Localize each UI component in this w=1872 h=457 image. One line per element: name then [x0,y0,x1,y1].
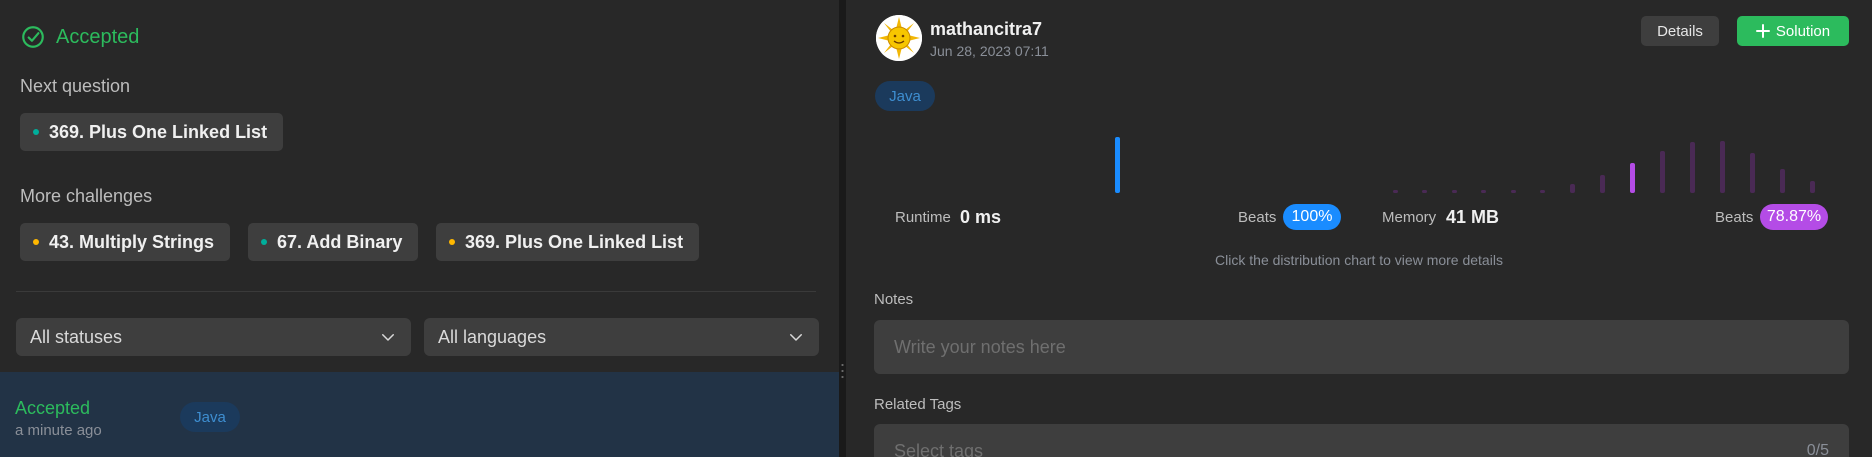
result-status-text: Accepted [56,25,140,48]
memory-distribution-bar [1481,190,1486,193]
memory-distribution-bar [1540,190,1545,193]
next-question-title: 369. Plus One Linked List [49,121,268,142]
chart-hint-text: Click the distribution chart to view mor… [1215,252,1503,268]
memory-distribution-bar [1660,151,1665,193]
memory-beats-label: Beats [1715,209,1754,226]
memory-distribution-bar [1750,153,1755,193]
submission-time: a minute ago [15,422,102,439]
tags-placeholder: Select tags [894,440,984,457]
runtime-label: Runtime [895,209,951,226]
difficulty-dot [33,239,39,245]
memory-distribution-bar [1600,175,1605,193]
section-divider [16,291,816,292]
status-filter-value: All statuses [30,326,123,347]
language-filter-select[interactable]: All languages [424,318,819,356]
notes-input[interactable]: Write your notes here [874,320,1849,374]
tags-count: 0/5 [1806,442,1829,457]
solution-button-label: Solution [1775,22,1831,40]
submission-status: Accepted [15,398,91,418]
more-challenges-label: More challenges [20,186,153,206]
challenge-title: 67. Add Binary [277,231,403,252]
language-badge: Java [875,81,935,111]
submission-date: Jun 28, 2023 07:11 [930,43,1049,59]
memory-distribution-bar [1452,190,1457,193]
difficulty-dot [33,129,39,135]
memory-distribution-bar [1690,142,1695,193]
challenge-title: 369. Plus One Linked List [465,231,684,252]
submission-language-badge: Java [180,402,240,432]
memory-value: 41 MB [1446,207,1500,227]
challenge-chip[interactable]: 43. Multiply Strings [20,223,231,261]
panel-resize-handle[interactable] [839,0,846,457]
challenge-chip[interactable]: 67. Add Binary [248,223,419,261]
submission-row[interactable]: Accepted a minute ago Java [0,372,839,457]
runtime-beats-label: Beats [1238,209,1277,226]
runtime-value: 0 ms [960,207,1002,227]
plus-icon [1755,24,1770,38]
memory-distribution-bar-highlight [1630,163,1635,193]
result-status-row: Accepted [20,24,139,50]
sun-avatar-icon [876,15,922,61]
runtime-distribution-bar[interactable] [1115,137,1120,193]
memory-distribution-bar [1780,169,1785,193]
notes-placeholder: Write your notes here [894,336,1066,357]
submission-detail-panel: mathancitra7 Jun 28, 2023 07:11 Details … [846,0,1872,457]
solution-button[interactable]: Solution [1737,16,1849,46]
notes-label: Notes [874,291,914,308]
avatar[interactable] [876,15,922,61]
next-question-chip[interactable]: 369. Plus One Linked List [20,113,284,151]
memory-distribution-bar [1422,190,1427,193]
challenge-chip[interactable]: 369. Plus One Linked List [436,223,700,261]
runtime-beats-badge: 100% [1283,204,1341,230]
memory-distribution-bar [1511,190,1516,193]
username[interactable]: mathancitra7 [930,19,1042,40]
memory-distribution-bar [1393,190,1398,193]
language-filter-value: All languages [438,326,547,347]
memory-beats-badge: 78.87% [1760,204,1828,230]
difficulty-dot [449,239,455,245]
next-question-label: Next question [20,76,131,96]
difficulty-dot [261,239,267,245]
challenge-title: 43. Multiply Strings [49,231,215,252]
related-tags-label: Related Tags [874,396,962,413]
check-circle-icon [22,26,44,48]
tags-select[interactable]: Select tags 0/5 [874,424,1849,457]
status-filter-select[interactable]: All statuses [16,318,411,356]
submission-result-panel: Accepted Next question 369. Plus One Lin… [0,0,839,457]
details-button[interactable]: Details [1641,16,1719,46]
memory-distribution-bar [1720,141,1725,193]
memory-distribution-bar [1810,181,1815,193]
drag-grip-icon [841,362,844,380]
memory-label: Memory [1382,209,1437,226]
memory-distribution-bar [1570,184,1575,193]
chevron-down-icon [382,334,394,341]
chevron-down-icon [790,334,802,341]
